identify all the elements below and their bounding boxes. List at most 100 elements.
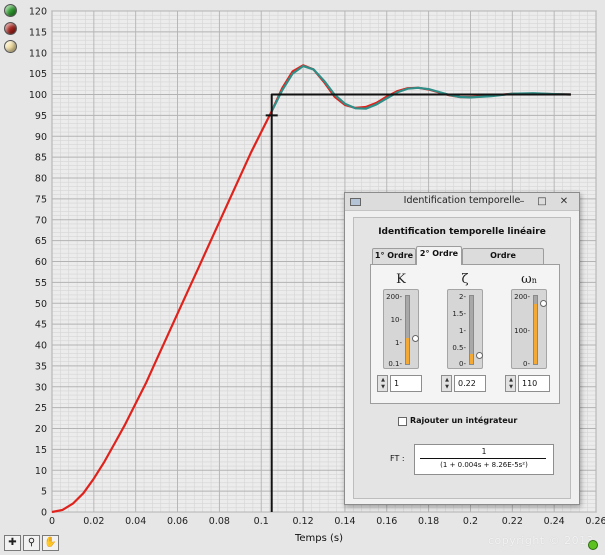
y-tick-label: 25	[35, 403, 47, 414]
y-tick-label: 40	[35, 341, 47, 352]
identification-panel: Identification temporelle linéaire 1° Or…	[353, 217, 571, 499]
gain-track	[405, 295, 410, 365]
transfer-function-numerator: 1	[481, 447, 487, 456]
x-tick-label: 0.16	[376, 516, 397, 527]
transfer-function-display: 1 (1 + 0.004s + 8.26E-5s²)	[414, 444, 554, 475]
minimize-button[interactable]: –	[513, 194, 531, 209]
x-axis-title: Temps (s)	[294, 533, 343, 544]
damping-track	[469, 295, 474, 365]
y-tick-label: 15	[35, 445, 47, 456]
y-tick-label: 65	[35, 236, 47, 247]
integrator-label: Rajouter un intégrateur	[410, 416, 518, 425]
damping-label: ζ	[461, 272, 469, 287]
maximize-button[interactable]: □	[533, 194, 551, 209]
gain-tick: 200-	[386, 293, 402, 301]
gain-slider[interactable]: 200- 10- 1- 0.1-	[383, 289, 419, 369]
gain-knob[interactable]	[412, 335, 419, 343]
y-tick-label: 50	[35, 299, 47, 310]
natural-frequency-value-field[interactable]: 110	[518, 375, 550, 392]
gain-tick: 0.1-	[388, 360, 402, 368]
x-tick-label: 0.04	[125, 516, 146, 527]
natural-frequency-fill	[534, 304, 537, 364]
gain-label: K	[396, 272, 406, 287]
damping-tick: 0.5-	[452, 344, 466, 352]
y-tick-label: 95	[35, 111, 47, 122]
natural-frequency-numeric: ▲ ▼ 110	[505, 375, 555, 392]
gain-tick: 1-	[395, 339, 402, 347]
x-tick-label: 0.24	[544, 516, 565, 527]
gain-tick: 10-	[390, 316, 402, 324]
x-tick-label: 0.08	[209, 516, 230, 527]
damping-spinner[interactable]: ▲ ▼	[441, 375, 452, 392]
pan-hand-icon[interactable]: ✋	[42, 535, 59, 551]
natural-frequency-track	[533, 295, 538, 365]
cursor-move-icon[interactable]: ✚	[4, 535, 21, 551]
damping-knob[interactable]	[476, 352, 483, 360]
x-tick-label: 0.2	[463, 516, 478, 527]
x-tick-label: 0.22	[502, 516, 523, 527]
natural-frequency-tick: 200-	[514, 293, 530, 301]
y-tick-label: 115	[29, 27, 47, 38]
damping-value-field[interactable]: 0.22	[454, 375, 486, 392]
natural-frequency-spinner[interactable]: ▲ ▼	[505, 375, 516, 392]
gain-numeric: ▲ ▼ 1	[377, 375, 422, 392]
x-tick-label: 0.02	[83, 516, 104, 527]
y-tick-label: 70	[35, 215, 47, 226]
zoom-icon[interactable]: ⚲	[23, 535, 40, 551]
y-tick-label: 35	[35, 361, 47, 372]
damping-fill	[470, 354, 473, 364]
y-tick-label: 10	[35, 466, 47, 477]
panel-heading: Identification temporelle linéaire	[378, 227, 546, 237]
damping-numeric: ▲ ▼ 0.22	[441, 375, 486, 392]
natural-frequency-tick: 0-	[523, 360, 530, 368]
x-tick-label: 0	[49, 516, 55, 527]
omega-subscript: n	[531, 276, 537, 285]
y-tick-label: 110	[29, 48, 47, 59]
y-tick-label: 105	[29, 69, 47, 80]
x-tick-label: 0.1	[254, 516, 269, 527]
dialog-titlebar[interactable]: Identification temporelle – □ ✕	[345, 193, 579, 211]
transfer-function-label: FT :	[390, 454, 405, 463]
damping-tick: 2-	[459, 293, 466, 301]
damping-tick: 1.5-	[452, 310, 466, 318]
y-tick-label: 100	[29, 90, 47, 101]
labview-front-panel: 0 0.02 0.04 0.06 0.08 0.1 0.12 0.14 0.16 0.18 0.2 0…	[0, 0, 605, 555]
x-tick-label: 0.12	[292, 516, 313, 527]
omega-symbol: ω	[521, 272, 532, 287]
y-tick-label: 45	[35, 320, 47, 331]
x-tick-label: 0.18	[418, 516, 439, 527]
damping-slider[interactable]: 2- 1.5- 1- 0.5- 0-	[447, 289, 483, 369]
x-tick-label: 0.06	[167, 516, 188, 527]
tab-any-order[interactable]: Ordre quelconque	[462, 248, 544, 274]
y-tick-label: 20	[35, 424, 47, 435]
transfer-function-denominator: (1 + 0.004s + 8.26E-5s²)	[440, 461, 528, 469]
y-tick-label: 0	[41, 508, 47, 519]
y-tick-label: 5	[41, 487, 47, 498]
status-led-icon	[588, 540, 598, 550]
natural-frequency-label: ωn	[509, 272, 549, 287]
tab-second-order[interactable]: 2° Ordre	[416, 246, 462, 265]
y-tick-label: 60	[35, 257, 47, 268]
x-tick-label: 0.14	[334, 516, 355, 527]
integrator-checkbox[interactable]	[398, 417, 407, 426]
copyright-watermark: copyright © 2013	[488, 534, 595, 547]
y-tick-label: 30	[35, 382, 47, 393]
second-order-tab-body: K 200- 10- 1- 0.1- ▲ ▼ 1 ζ 2- 1.5- 1- 0.…	[370, 264, 560, 404]
damping-tick: 1-	[459, 327, 466, 335]
y-tick-label: 120	[29, 7, 47, 18]
natural-frequency-tick: 100-	[514, 327, 530, 335]
fraction-bar	[420, 458, 546, 459]
close-button[interactable]: ✕	[553, 194, 575, 209]
identification-dialog: Identification temporelle – □ ✕ Identifi…	[344, 192, 580, 505]
tab-first-order[interactable]: 1° Ordre	[372, 248, 416, 264]
gain-value-field[interactable]: 1	[390, 375, 422, 392]
natural-frequency-knob[interactable]	[540, 300, 547, 308]
natural-frequency-slider[interactable]: 200- 100- 0-	[511, 289, 547, 369]
damping-tick: 0-	[459, 360, 466, 368]
y-tick-label: 85	[35, 153, 47, 164]
gain-fill	[406, 338, 409, 364]
y-tick-label: 75	[35, 194, 47, 205]
gain-spinner[interactable]: ▲ ▼	[377, 375, 388, 392]
x-tick-label: 0.26	[585, 516, 605, 527]
y-tick-label: 55	[35, 278, 47, 289]
